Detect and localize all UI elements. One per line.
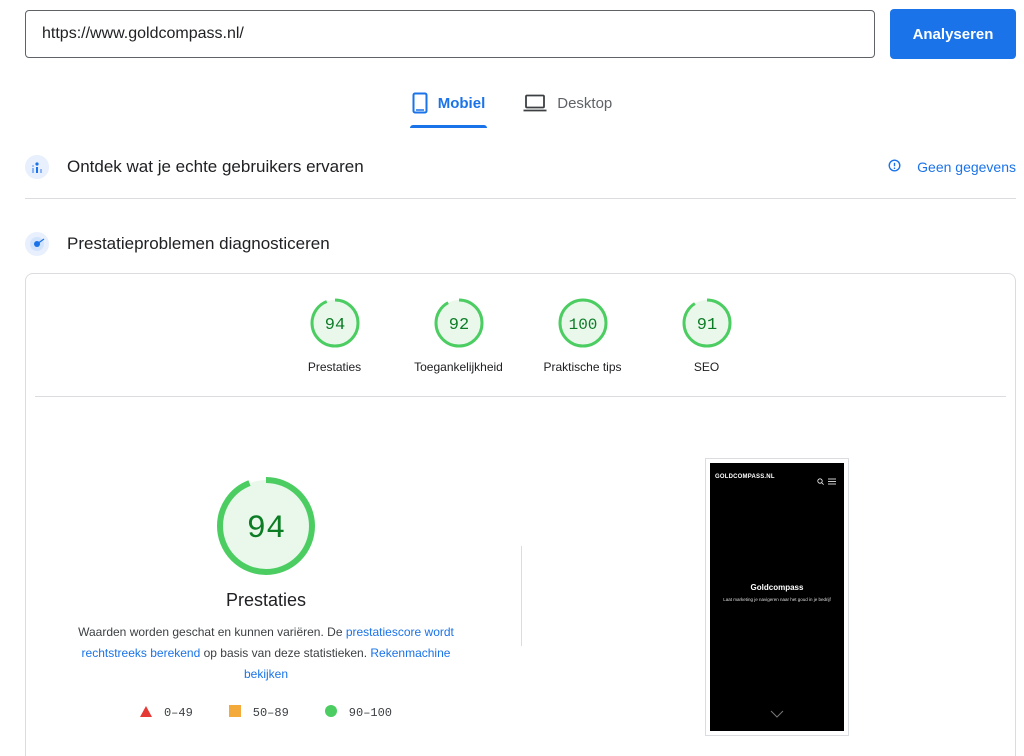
score-label: Toegankelijkheid [414,360,503,374]
url-input-value: https://www.goldcompass.nl/ [42,25,244,42]
legend-fail: 0–49 [139,705,193,721]
score-performance[interactable]: 94 Prestaties [273,298,397,374]
score-value: 91 [696,316,716,335]
legend-range: 90–100 [348,706,393,720]
score-seo[interactable]: 91 SEO [645,298,769,374]
score-legend: 0–49 50–89 90–100 [66,705,466,721]
score-value: 100 [568,316,597,334]
url-input[interactable]: https://www.goldcompass.nl/ [25,10,875,58]
laptop-icon [523,94,547,112]
tab-mobile-label: Mobiel [437,94,486,112]
score-best-practices[interactable]: 100 Praktische tips [521,298,645,374]
legend-range: 50–89 [252,706,289,720]
report-card: 94 Prestaties 92 Toegankelijkheid 100 Pr… [25,273,1016,756]
tab-desktop[interactable]: Desktop [521,80,614,126]
score-gauge: 91 [682,298,731,348]
diagnose-title: Prestatieproblemen diagnosticeren [67,234,330,253]
field-data-section: Ontdek wat je echte gebruikers ervaren G… [25,155,1016,179]
info-icon [888,159,901,175]
score-accessibility[interactable]: 92 Toegankelijkheid [397,298,521,374]
diagnose-section: Prestatieproblemen diagnosticeren [25,232,1016,256]
analyze-button[interactable]: Analyseren [890,9,1016,59]
square-icon [228,705,241,721]
search-icon [817,472,824,490]
section-divider [25,198,1016,199]
score-summary: 94 Prestaties 92 Toegankelijkheid 100 Pr… [26,298,1015,374]
device-tabs: Mobiel Desktop [0,80,1024,130]
performance-gauge: 94 [217,477,315,575]
field-data-title: Ontdek wat je echte gebruikers ervaren [67,157,364,176]
score-gauge: 100 [558,298,607,348]
users-chart-icon [25,155,49,179]
tab-desktop-label: Desktop [557,94,613,112]
chevron-down-icon [770,705,784,723]
score-label: Prestaties [307,360,362,374]
screenshot-header-icons [817,472,836,490]
tab-mobile[interactable]: Mobiel [409,80,488,128]
screenshot-hero-subtitle: Laat marketing je navigeren naar het gou… [723,597,831,602]
screenshot-brand: GOLDCOMPASS.NL [715,474,775,480]
vertical-divider [521,546,522,646]
score-value: 94 [324,316,344,335]
lab-icon [25,232,49,256]
screenshot-viewport: GOLDCOMPASS.NL Goldcompass Laat marketin… [710,463,844,731]
no-data-label: Geen gegevens [917,159,1016,175]
score-label: Praktische tips [543,360,622,374]
legend-pass: 90–100 [324,705,393,721]
no-data-link[interactable]: Geen gegevens [888,159,1016,175]
score-gauge: 92 [434,298,483,348]
score-label: SEO [693,360,720,374]
score-value: 92 [448,316,468,335]
phone-icon [412,92,428,114]
menu-icon [828,472,836,490]
card-divider [35,396,1006,397]
legend-range: 0–49 [163,706,193,720]
legend-average: 50–89 [228,705,289,721]
circle-icon [324,705,337,721]
score-gauge: 94 [310,298,359,348]
screenshot-hero-title: Goldcompass [750,583,804,592]
performance-score: 94 [247,510,285,547]
desc-text: Waarden worden geschat en kunnen variëre… [78,625,346,639]
desc-text: op basis van deze statistieken. [200,646,371,660]
performance-description: Waarden worden geschat en kunnen variëre… [66,622,466,685]
triangle-icon [139,705,152,721]
page-screenshot: GOLDCOMPASS.NL Goldcompass Laat marketin… [705,458,849,736]
performance-title: Prestaties [225,590,307,610]
